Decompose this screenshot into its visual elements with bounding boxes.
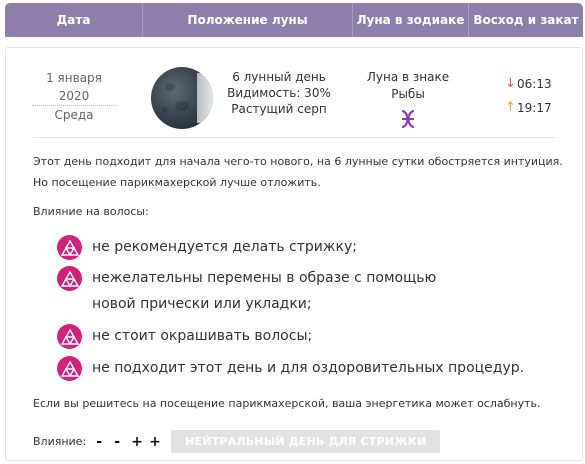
influence-sign: - xyxy=(114,433,121,450)
down-arrow-icon: ↓ xyxy=(505,76,516,91)
intro-text: Этот день подходит для начала чего-то но… xyxy=(33,155,563,189)
triangle-symbol-icon xyxy=(57,235,82,260)
visibility: Видимость: 30% xyxy=(227,86,331,100)
day-card: 1 января 2020 Среда 6 лунный день Видимо… xyxy=(5,47,583,461)
zodiac-line1: Луна в знаке xyxy=(366,70,450,84)
list-item: не подходит этот день и для оздоровитель… xyxy=(57,355,524,381)
triangle-symbol-icon xyxy=(57,356,82,381)
weekday-text: Среда xyxy=(54,108,94,122)
moon-phase-icon xyxy=(151,67,213,129)
table-header: Дата Положение луны Луна в зодиаке Восхо… xyxy=(5,3,583,37)
triangle-symbol-icon xyxy=(57,266,82,291)
list-item-text: не стоит окрашивать волосы; xyxy=(92,328,313,344)
moonrise-row: ↑ 19:17 xyxy=(505,96,552,120)
influence-sign: + xyxy=(149,433,161,450)
influence-footer: Влияние: - - + + НЕЙТРАЛЬНЫЙ ДЕНЬ ДЛЯ СТ… xyxy=(33,430,441,453)
list-item-text: нежелательны перемены в образе с помощью… xyxy=(92,270,437,312)
date-text: 1 января 2020 xyxy=(32,69,116,106)
zodiac-info: Луна в знаке Рыбы xyxy=(366,69,450,129)
header-date: Дата xyxy=(5,3,143,37)
rise-set-times: ↓ 06:13 ↑ 19:17 xyxy=(505,72,552,120)
list-item-text: не подходит этот день и для оздоровитель… xyxy=(92,360,525,376)
list-item: не стоит окрашивать волосы; xyxy=(57,323,312,349)
header-moon-position: Положение луны xyxy=(143,3,353,37)
hair-influence-label: Влияние на волосы: xyxy=(33,205,149,218)
neutral-day-badge: НЕЙТРАЛЬНЫЙ ДЕНЬ ДЛЯ СТРИЖКИ xyxy=(171,430,441,453)
influence-sign: + xyxy=(131,433,143,450)
zodiac-sign: Рыбы xyxy=(391,87,425,101)
list-item: не рекомендуется делать стрижку; xyxy=(57,234,357,260)
phase-name: Растущий серп xyxy=(231,102,327,116)
lunar-day: 6 лунный день xyxy=(232,70,326,84)
pisces-icon xyxy=(401,109,415,129)
influence-label: Влияние: xyxy=(33,435,87,448)
divider xyxy=(33,137,555,138)
list-item-text: не рекомендуется делать стрижку; xyxy=(92,239,357,255)
header-rise-set: Восход и закат xyxy=(473,13,579,27)
up-arrow-icon: ↑ xyxy=(505,100,516,115)
header-moon-zodiac: Луна в зодиаке xyxy=(353,3,469,37)
triangle-symbol-icon xyxy=(57,324,82,349)
moonset-row: ↓ 06:13 xyxy=(505,72,552,96)
date-block: 1 января 2020 Среда xyxy=(32,69,116,124)
influence-sign: - xyxy=(96,433,103,450)
moon-phase-info: 6 лунный день Видимость: 30% Растущий се… xyxy=(224,69,334,117)
outro-text: Если вы решитесь на посещение парикмахер… xyxy=(33,397,541,410)
list-item: нежелательны перемены в образе с помощью… xyxy=(57,265,477,317)
moonrise-time: 19:17 xyxy=(517,101,552,115)
moonset-time: 06:13 xyxy=(517,77,552,91)
